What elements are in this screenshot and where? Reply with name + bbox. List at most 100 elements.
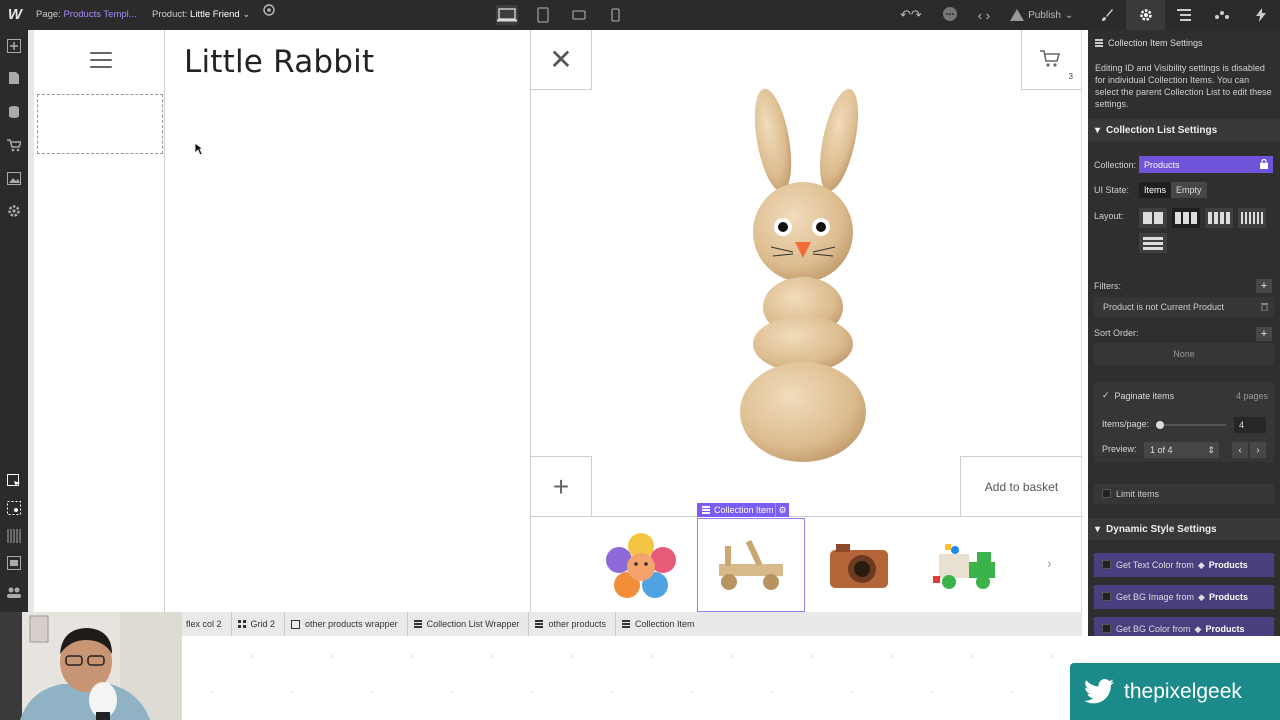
limit-items-checkbox[interactable]: Limit items [1094, 484, 1274, 504]
breadcrumb-label: Grid 2 [250, 619, 276, 629]
breadcrumb-item[interactable]: Grid 2 [232, 612, 286, 636]
twitter-bird-icon [1084, 679, 1114, 704]
filters-label: Filters: [1094, 281, 1121, 291]
preview-eye-icon[interactable] [262, 0, 276, 30]
desktop-breakpoint-icon[interactable] [496, 5, 518, 25]
product-label: Product: [152, 9, 188, 20]
filter-item[interactable]: Product is not Current Product [1094, 297, 1274, 317]
paginate-checkbox[interactable]: ✓ Paginate items [1102, 390, 1174, 401]
collection-item-gear-icon[interactable]: ⚙ [775, 503, 789, 517]
ecommerce-cart-icon[interactable] [6, 137, 22, 153]
breadcrumb-item[interactable]: Collection List Wrapper [408, 612, 530, 636]
navigator-icon[interactable] [1165, 0, 1203, 30]
add-sort-button[interactable]: + [1256, 327, 1272, 341]
prev-page-icon[interactable]: ‹ [1232, 442, 1248, 458]
cart-button[interactable]: 3 [1021, 30, 1082, 90]
filter-item-label: Product is not Current Product [1103, 302, 1225, 312]
add-to-basket-button[interactable]: Add to basket [960, 456, 1082, 517]
site-settings-gear-icon[interactable] [6, 203, 22, 219]
breadcrumb-label: Collection List Wrapper [426, 619, 520, 629]
preview-page-select[interactable]: 1 of 4 ⇕ [1144, 442, 1219, 458]
publish-button[interactable]: Publish ⌄ [1010, 9, 1073, 21]
tablet-breakpoint-icon[interactable] [532, 5, 554, 25]
select-mode-icon[interactable] [6, 473, 22, 489]
twitter-handle-banner: thepixelgeek [1070, 663, 1280, 720]
breadcrumb-item[interactable]: other products wrapper [285, 612, 408, 636]
right-panel-tabs [1088, 0, 1280, 30]
breadcrumb-item[interactable]: flex col 2 [180, 612, 232, 636]
items-per-page-slider-handle[interactable] [1156, 421, 1164, 429]
add-panel-icon[interactable] [6, 38, 22, 54]
product-thumb-truck[interactable] [697, 518, 805, 612]
layout-3-col-button[interactable] [1172, 208, 1200, 228]
chevron-down-icon: ⌄ [242, 9, 251, 20]
ui-state-items-button[interactable]: Items [1139, 182, 1172, 198]
product-thumb-camera[interactable] [805, 518, 913, 612]
items-per-page-input[interactable]: 4 [1234, 417, 1266, 433]
breadcrumb-item[interactable]: Collection Item [616, 612, 704, 636]
code-icon[interactable]: ‹ › [978, 8, 990, 23]
lightning-icon[interactable] [1242, 0, 1280, 30]
collection-icon [1095, 39, 1103, 47]
add-filter-button[interactable]: + [1256, 279, 1272, 293]
dyn-text-color-option[interactable]: Get Text Color from ◆ Products [1094, 553, 1274, 577]
ui-state-empty-button[interactable]: Empty [1171, 182, 1207, 198]
collection-icon [622, 620, 631, 628]
interactions-icon[interactable] [1203, 0, 1241, 30]
empty-selected-block[interactable] [37, 94, 163, 154]
caret-down-icon: ▾ [1095, 124, 1101, 136]
dyn-bg-image-option[interactable]: Get BG Image from ◆ Products [1094, 585, 1274, 609]
layout-x-ray-icon[interactable] [6, 555, 22, 571]
settings-gear-icon[interactable] [1126, 0, 1165, 30]
collection-list-settings-header[interactable]: ▾ Collection List Settings [1088, 119, 1280, 141]
style-panel-brush-icon[interactable] [1088, 0, 1126, 30]
mobile-portrait-icon[interactable] [604, 5, 626, 25]
close-icon[interactable]: ✕ [531, 30, 592, 90]
comments-icon[interactable] [942, 6, 958, 25]
layout-6-col-button[interactable] [1238, 208, 1266, 228]
items-per-page-slider-track[interactable] [1160, 424, 1226, 426]
dyn-source: Products [1208, 560, 1248, 570]
undo-icon[interactable]: ↶↷ [900, 7, 922, 23]
ui-state-toggle: Items Empty [1139, 182, 1207, 198]
paginate-section: ✓ Paginate items 4 pages Items/page: 4 P… [1094, 382, 1274, 462]
breadcrumb-item[interactable]: other products [529, 612, 617, 636]
chevron-right-icon[interactable]: › [1047, 555, 1052, 571]
collaborators-icon[interactable] [6, 584, 22, 600]
layout-2-col-button[interactable] [1139, 208, 1167, 228]
left-toolbar [0, 30, 28, 636]
webcam-overlay [0, 612, 182, 720]
panel-header: Collection Item Settings [1095, 38, 1203, 48]
collection-item-tag[interactable]: Collection Item [697, 503, 779, 517]
pages-icon[interactable] [6, 70, 22, 86]
paginate-label: Paginate items [1114, 390, 1175, 401]
trash-icon[interactable] [1261, 302, 1268, 313]
mobile-landscape-icon[interactable] [568, 5, 590, 25]
page-value: Products Templ... [63, 9, 137, 20]
dyn-bg-color-option[interactable]: Get BG Color from ◆ Products [1094, 617, 1274, 636]
product-thumb-toy-truck[interactable] [913, 518, 1021, 612]
product-value: Little Friend [190, 9, 240, 20]
next-page-icon[interactable]: › [1250, 442, 1266, 458]
cms-database-icon[interactable] [6, 104, 22, 120]
hamburger-menu-icon[interactable] [90, 52, 112, 68]
breadcrumb: flex col 2 Grid 2 other products wrapper… [180, 612, 1082, 636]
dynamic-style-settings-header[interactable]: ▾ Dynamic Style Settings [1088, 518, 1280, 540]
assets-icon[interactable] [6, 170, 22, 186]
menu-column [34, 30, 165, 612]
preview-dashed-icon[interactable] [6, 500, 22, 516]
product-thumb-flower[interactable] [587, 518, 695, 612]
grid-guides-icon[interactable] [6, 528, 22, 544]
webflow-logo[interactable]: W [0, 0, 30, 30]
layout-4-col-button[interactable] [1205, 208, 1233, 228]
page-selector[interactable]: Page: Products Templ... [36, 0, 137, 30]
collection-icon [413, 620, 422, 628]
collection-icon [535, 620, 544, 628]
add-plus-icon[interactable]: + [531, 456, 592, 517]
layout-list-button[interactable] [1139, 233, 1167, 253]
product-selector[interactable]: Product: Little Friend ⌄ [152, 0, 250, 30]
breadcrumb-label: other products [548, 619, 607, 629]
product-image-rabbit [731, 82, 881, 472]
collection-select[interactable]: Products [1139, 156, 1273, 173]
layout-options [1139, 208, 1273, 253]
